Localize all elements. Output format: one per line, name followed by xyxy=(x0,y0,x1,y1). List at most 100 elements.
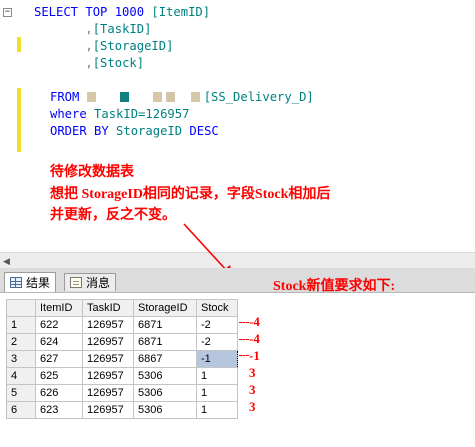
cell-storageid[interactable]: 5306 xyxy=(133,401,197,419)
sql-column: [Stock] xyxy=(92,56,145,70)
sql-editor[interactable]: − SELECT TOP 1000 [ItemID] ,[TaskID] ,[S… xyxy=(0,0,475,252)
row-selector-corner[interactable] xyxy=(6,299,36,317)
cell-taskid[interactable]: 126957 xyxy=(82,384,134,402)
new-stock-note: Stock新值要求如下: xyxy=(273,279,396,294)
row-number[interactable]: 5 xyxy=(6,384,36,402)
cell-stock[interactable]: 1 xyxy=(196,384,238,402)
column-header[interactable]: TaskID xyxy=(82,299,134,317)
sql-line-col: ,[TaskID] xyxy=(34,21,151,38)
new-stock-value: -4 xyxy=(249,314,260,329)
grid-header-row: ItemID TaskID StorageID Stock xyxy=(6,299,238,317)
redacted-mark xyxy=(86,92,96,102)
redacted-mark xyxy=(165,92,175,102)
cell-stock[interactable]: -2 xyxy=(196,316,238,334)
row-number[interactable]: 6 xyxy=(6,401,36,419)
table-row[interactable]: 1 622 126957 6871 -2 xyxy=(6,316,238,334)
cell-stock[interactable]: -2 xyxy=(196,333,238,351)
dash-marker xyxy=(239,355,249,356)
cell-taskid[interactable]: 126957 xyxy=(82,367,134,385)
table-row[interactable]: 4 625 126957 5306 1 xyxy=(6,367,238,385)
column-header[interactable]: ItemID xyxy=(35,299,83,317)
column-header[interactable]: Stock xyxy=(196,299,238,317)
sql-comma: , xyxy=(85,22,93,36)
row-number[interactable]: 3 xyxy=(6,350,36,368)
cell-itemid[interactable]: 627 xyxy=(35,350,83,368)
cell-itemid[interactable]: 624 xyxy=(35,333,83,351)
new-stock-value: 3 xyxy=(249,365,256,380)
sql-line-col: ,[StorageID] xyxy=(34,38,173,55)
cell-storageid[interactable]: 5306 xyxy=(133,384,197,402)
sql-condition: StorageID xyxy=(116,124,190,138)
dash-marker xyxy=(239,322,249,323)
cell-itemid[interactable]: 625 xyxy=(35,367,83,385)
editor-gutter: − xyxy=(0,0,16,252)
redacted-mark xyxy=(99,92,116,102)
message-icon xyxy=(70,277,82,288)
annotation-line-2: 想把 StorageID相同的记录，字段Stock相加后 xyxy=(50,187,331,202)
sql-column: [StorageID] xyxy=(92,39,174,53)
cell-taskid[interactable]: 126957 xyxy=(82,350,134,368)
cell-itemid[interactable]: 626 xyxy=(35,384,83,402)
annotation-line-3: 并更新，反之不变。 xyxy=(50,208,176,223)
redacted-mark xyxy=(152,92,162,102)
change-marker xyxy=(17,37,21,52)
redacted-mark xyxy=(119,92,129,102)
scroll-left-icon[interactable]: ◀ xyxy=(3,256,10,267)
new-stock-value: 3 xyxy=(249,382,256,397)
sql-line-from: FROM [SS_Delivery_D] xyxy=(50,89,314,106)
sql-keyword: FROM xyxy=(50,90,87,104)
collapse-toggle-icon[interactable]: − xyxy=(3,8,12,17)
cell-itemid[interactable]: 623 xyxy=(35,401,83,419)
tab-results[interactable]: 结果 xyxy=(4,272,57,292)
cell-taskid[interactable]: 126957 xyxy=(82,401,134,419)
redacted-mark xyxy=(190,92,200,102)
tab-messages-label: 消息 xyxy=(86,276,111,290)
tab-messages[interactable]: 消息 xyxy=(64,273,117,291)
new-stock-value: 3 xyxy=(249,399,256,414)
cell-taskid[interactable]: 126957 xyxy=(82,316,134,334)
new-stock-value: -1 xyxy=(249,348,260,363)
grid-icon xyxy=(10,277,22,288)
table-row[interactable]: 3 627 126957 6867 -1 xyxy=(6,350,238,368)
sql-table: [SS_Delivery_D] xyxy=(203,90,314,104)
cell-storageid[interactable]: 6871 xyxy=(133,316,197,334)
cell-stock[interactable]: 1 xyxy=(196,401,238,419)
column-header[interactable]: StorageID xyxy=(133,299,197,317)
sql-line-where: where TaskID=126957 xyxy=(50,106,189,123)
sql-keyword: ORDER BY xyxy=(50,124,117,138)
change-marker xyxy=(17,88,21,152)
cell-storageid[interactable]: 6871 xyxy=(133,333,197,351)
results-grid[interactable]: ItemID TaskID StorageID Stock 1 622 1269… xyxy=(6,299,238,419)
sql-keyword: where xyxy=(50,107,95,121)
row-number[interactable]: 2 xyxy=(6,333,36,351)
tab-results-label: 结果 xyxy=(26,276,51,290)
sql-line-order: ORDER BY StorageID DESC xyxy=(50,123,219,140)
dash-marker xyxy=(239,339,249,340)
sql-keyword: SELECT TOP 1000 xyxy=(34,5,152,19)
cell-itemid[interactable]: 622 xyxy=(35,316,83,334)
cell-stock[interactable]: 1 xyxy=(196,367,238,385)
row-number[interactable]: 1 xyxy=(6,316,36,334)
annotation-line-1: 待修改数据表 xyxy=(50,165,134,180)
sql-line-col: ,[Stock] xyxy=(34,55,144,72)
arrow-shaft xyxy=(183,223,229,273)
results-tab-strip: 结果 消息 xyxy=(0,268,475,293)
row-number[interactable]: 4 xyxy=(6,367,36,385)
redacted-mark xyxy=(132,92,149,102)
cell-taskid[interactable]: 126957 xyxy=(82,333,134,351)
cell-storageid[interactable]: 5306 xyxy=(133,367,197,385)
sql-column: [TaskID] xyxy=(92,22,152,36)
sql-column: [ItemID] xyxy=(151,5,211,19)
table-row[interactable]: 6 623 126957 5306 1 xyxy=(6,401,238,419)
cell-stock-selected[interactable]: -1 xyxy=(196,350,238,368)
cell-storageid[interactable]: 6867 xyxy=(133,350,197,368)
redacted-mark xyxy=(178,92,187,102)
table-row[interactable]: 5 626 126957 5306 1 xyxy=(6,384,238,402)
sql-condition: TaskID=126957 xyxy=(94,107,190,121)
sql-comma: , xyxy=(85,56,93,70)
results-pane: 结果 消息 ItemID TaskID StorageID Stock 1 62… xyxy=(0,268,475,447)
new-stock-value: -4 xyxy=(249,331,260,346)
sql-line-select: SELECT TOP 1000 [ItemID] xyxy=(34,4,210,21)
table-row[interactable]: 2 624 126957 6871 -2 xyxy=(6,333,238,351)
sql-keyword: DESC xyxy=(189,124,219,138)
